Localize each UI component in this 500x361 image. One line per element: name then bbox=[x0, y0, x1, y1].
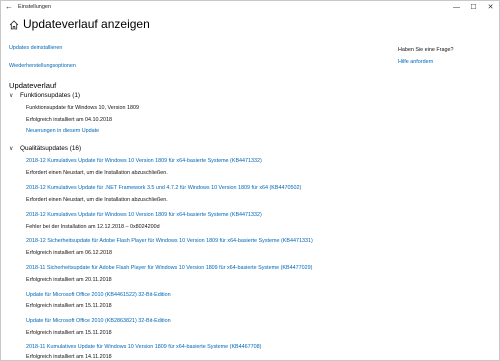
feature-updates-toggle[interactable]: ∨ Funktionsupdates (1) bbox=[9, 92, 80, 99]
quality-updates-header: Qualitätsupdates (16) bbox=[20, 145, 82, 152]
quality-update-link[interactable]: 2018-12 Kumulatives Update für Windows 1… bbox=[26, 158, 262, 164]
chevron-down-icon: ∨ bbox=[9, 93, 14, 99]
quality-updates-toggle[interactable]: ∨ Qualitätsupdates (16) bbox=[9, 145, 81, 152]
feature-update-status: Erfolgreich installiert am 04.10.2018 bbox=[26, 117, 112, 123]
quality-update-status: Erfolgreich installiert am 15.11.2018 bbox=[26, 303, 112, 309]
settings-window: ← Einstellungen — ☐ ✕ Updateverlauf anze… bbox=[0, 0, 500, 361]
minimize-button[interactable]: — bbox=[448, 1, 465, 13]
chevron-down-icon: ∨ bbox=[9, 146, 14, 152]
quality-update-link[interactable]: 2018-11 Sicherheitsupdate für Adobe Flas… bbox=[26, 265, 312, 271]
question-heading: Haben Sie eine Frage? bbox=[398, 47, 454, 53]
page-title: Updateverlauf anzeigen bbox=[23, 17, 150, 31]
close-button[interactable]: ✕ bbox=[482, 1, 499, 13]
uninstall-updates-link[interactable]: Updates deinstallieren bbox=[9, 45, 62, 51]
quality-update-status: Erfolgreich installiert am 14.11.2018 bbox=[26, 354, 112, 360]
home-icon bbox=[9, 20, 19, 30]
quality-update-status: Fehler bei der Installation am 12.12.201… bbox=[26, 224, 160, 230]
quality-update-link[interactable]: Update für Microsoft Office 2010 (KB4461… bbox=[26, 292, 171, 298]
quality-update-link[interactable]: 2018-12 Kumulatives Update für .NET Fram… bbox=[26, 185, 301, 191]
maximize-button[interactable]: ☐ bbox=[465, 1, 482, 13]
quality-update-link[interactable]: Update für Microsoft Office 2010 (KB2863… bbox=[26, 318, 171, 324]
whats-new-link[interactable]: Neuerungen in diesem Update bbox=[26, 128, 99, 134]
get-help-link[interactable]: Hilfe anfordern bbox=[398, 59, 433, 65]
back-arrow-icon[interactable]: ← bbox=[5, 2, 13, 11]
update-history-heading: Updateverlauf bbox=[9, 81, 57, 90]
feature-updates-header: Funktionsupdates (1) bbox=[20, 92, 81, 99]
quality-update-link[interactable]: 2018-12 Kumulatives Update für Windows 1… bbox=[26, 212, 262, 218]
feature-update-title: Funktionsupdate für Windows 10, Version … bbox=[26, 105, 139, 111]
window-controls: — ☐ ✕ bbox=[448, 1, 499, 13]
title-bar: ← Einstellungen — ☐ ✕ bbox=[1, 1, 499, 13]
quality-update-status: Erfolgreich installiert am 15.11.2018 bbox=[26, 330, 112, 336]
quality-update-link[interactable]: 2018-11 Kumulatives Update für Windows 1… bbox=[26, 344, 261, 350]
recovery-options-link[interactable]: Wiederherstellungsoptionen bbox=[9, 63, 76, 69]
window-title: Einstellungen bbox=[18, 4, 52, 10]
quality-update-status: Erfordert einen Neustart, um die Install… bbox=[26, 170, 168, 176]
quality-update-link[interactable]: 2018-12 Sicherheitsupdate für Adobe Flas… bbox=[26, 238, 313, 244]
quality-update-status: Erfolgreich installiert am 06.12.2018 bbox=[26, 250, 112, 256]
quality-update-status: Erfordert einen Neustart, um die Install… bbox=[26, 197, 168, 203]
quality-update-status: Erfolgreich installiert am 20.11.2018 bbox=[26, 277, 112, 283]
